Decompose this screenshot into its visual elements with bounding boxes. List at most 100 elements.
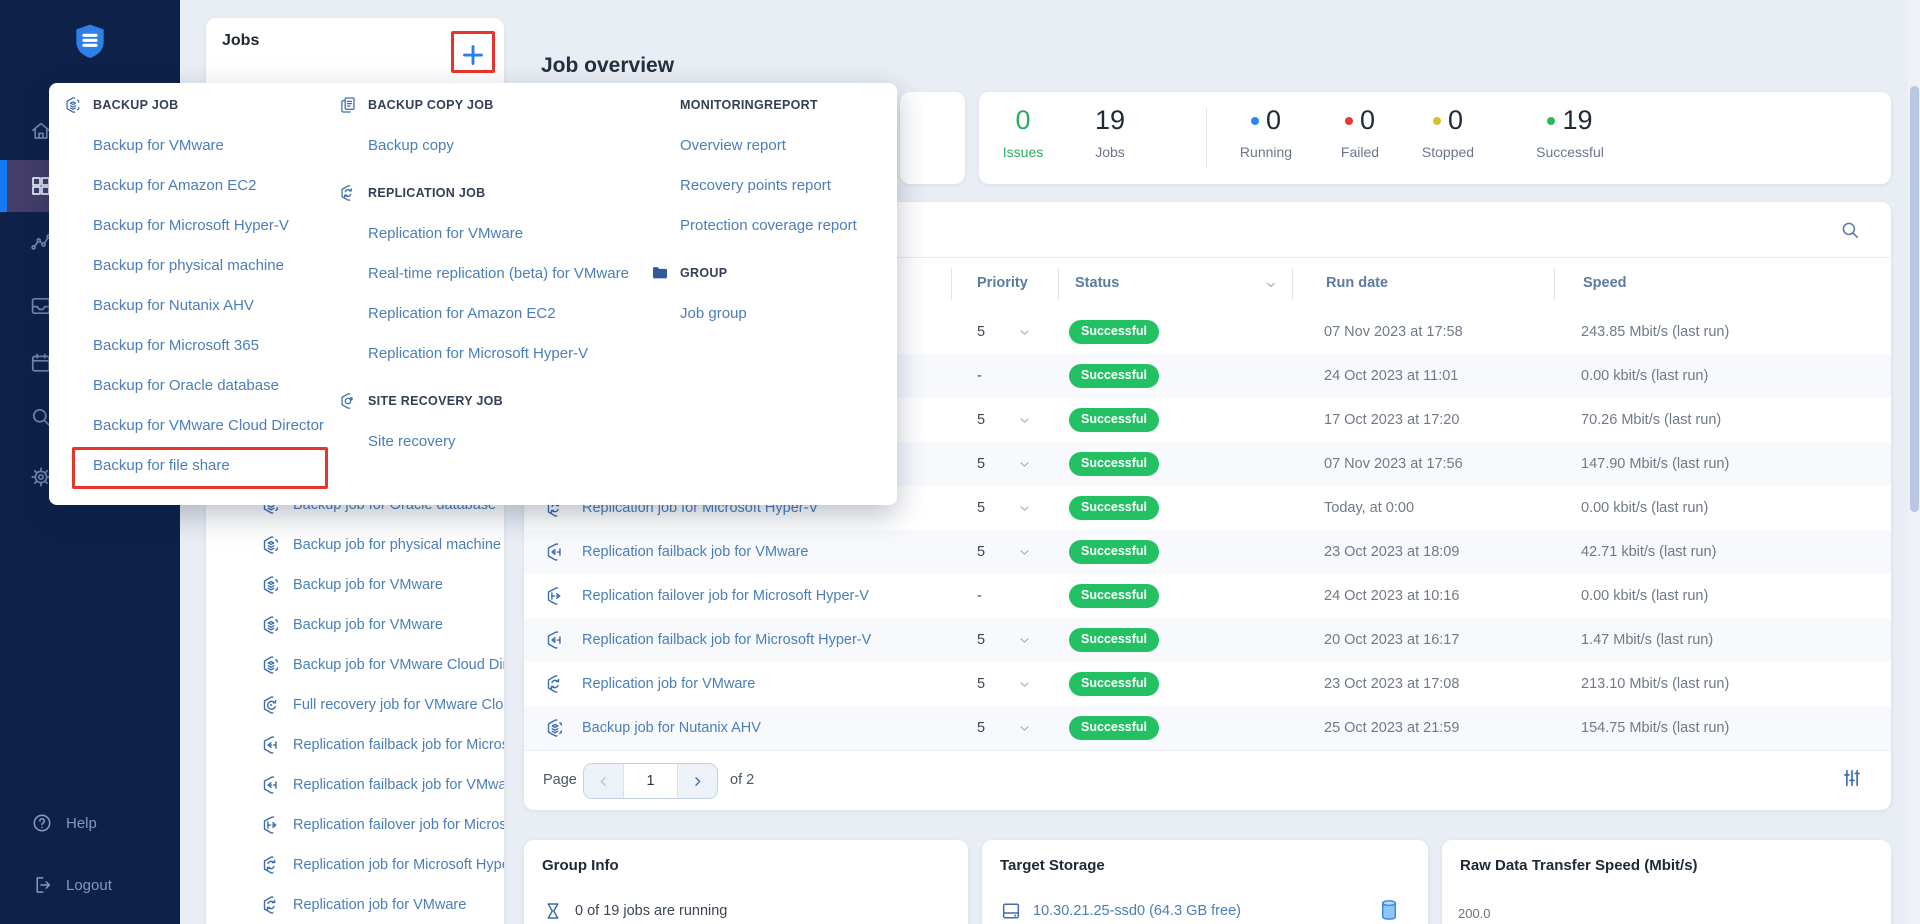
replication-icon [338,183,368,203]
job-name-link[interactable]: Replication failback job for VMware [582,530,808,574]
job-list-item[interactable]: Replication failback job for VMware [206,765,504,805]
job-name-link[interactable]: Backup job for Nutanix AHV [582,706,761,750]
chevron-left-icon [596,774,611,789]
replication-icon [260,894,282,916]
status-badge: Successful [1069,672,1159,696]
shield-logo[interactable] [70,18,110,64]
menu-item-site-recovery[interactable]: Site recovery [338,421,638,461]
menu-item-recovery-points-report[interactable]: Recovery points report [650,165,885,205]
chevron-down-icon[interactable] [1264,278,1278,292]
menu-item-backup-copy[interactable]: Backup copy [338,125,638,165]
job-list-item[interactable]: Replication failback job for Microsof [206,725,504,765]
column-header-run-date: Run date [1326,275,1388,291]
menu-item-backup-for-vmware[interactable]: Backup for VMware [63,125,328,165]
job-list-item[interactable]: Backup job for physical machine [206,525,504,565]
priority-expander-chevron-down-icon[interactable] [1017,662,1033,706]
status-cell: Successful [1069,530,1159,574]
menu-item-label: Real-time replication (beta) for VMware [368,265,629,282]
priority-expander-chevron-down-icon[interactable] [1017,706,1033,750]
job-list-item[interactable]: Full recovery job for VMware Cloud [206,685,504,725]
stat-value: 0 [1360,105,1375,136]
chevron-down-icon [1017,633,1032,648]
menu-item-backup-for-oracle-database[interactable]: Backup for Oracle database [63,365,328,405]
backup-job-icon [544,706,566,750]
menu-item-job-group[interactable]: Job group [650,293,885,333]
menu-item-backup-for-nutanix-ahv[interactable]: Backup for Nutanix AHV [63,285,328,325]
status-badge: Successful [1069,320,1159,344]
menu-item-backup-for-microsoft-365[interactable]: Backup for Microsoft 365 [63,325,328,365]
backup-job-icon [63,95,93,115]
empty-icon-slot [338,135,368,155]
empty-icon-slot [338,431,368,451]
status-dot [1547,117,1555,125]
sidebar-footer-label: Logout [66,877,112,894]
page-next-button[interactable] [678,764,717,798]
job-stats-card: 0Issues19Jobs0Running0Failed0Stopped19Su… [979,92,1891,184]
priority-value: 5 [977,706,985,750]
scrollbar-thumb[interactable] [1910,86,1919,512]
menu-item-protection-coverage-report[interactable]: Protection coverage report [650,205,885,245]
job-list-item[interactable]: Backup job for VMware Cloud Direc [206,645,504,685]
app-root: HelpLogout Jobs Backup job for Oracle da… [0,0,1920,924]
menu-section-header: BACKUP COPY JOB [338,85,638,125]
menu-item-real-time-replication-beta-for-vmware[interactable]: Real-time replication (beta) for VMware [338,253,638,293]
menu-item-label: Backup for Amazon EC2 [93,177,256,194]
run-date-value: 20 Oct 2023 at 16:17 [1324,618,1459,662]
priority-expander-chevron-down-icon[interactable] [1017,398,1033,442]
stat-value: 0 [1266,105,1281,136]
menu-item-backup-for-vmware-cloud-director[interactable]: Backup for VMware Cloud Director [63,405,328,445]
priority-expander-chevron-down-icon[interactable] [1017,618,1033,662]
menu-item-label: Replication for Microsoft Hyper-V [368,345,588,362]
page-current[interactable]: 1 [623,764,678,798]
job-name-link[interactable]: Replication failback job for Microsoft H… [582,618,871,662]
target-storage-link[interactable]: 10.30.21.25-ssd0 (64.3 GB free) [1033,903,1241,919]
page-stepper: 1 [583,763,718,799]
priority-expander-chevron-down-icon[interactable] [1017,310,1033,354]
run-date-value: 23 Oct 2023 at 18:09 [1324,530,1459,574]
menu-item-label: Backup for Microsoft Hyper-V [93,217,289,234]
column-divider [1292,268,1293,300]
menu-section-header: SITE RECOVERY JOB [338,381,638,421]
job-list-item[interactable]: Replication failover job for Microsof [206,805,504,845]
priority-expander-chevron-down-icon[interactable] [1017,530,1033,574]
filter-icon[interactable] [1841,767,1863,789]
empty-icon-slot [650,135,680,155]
run-date-value: 17 Oct 2023 at 17:20 [1324,398,1459,442]
speed-value: 154.75 Mbit/s (last run) [1581,706,1729,750]
jobs-panel-title: Jobs [222,32,259,50]
job-list-item[interactable]: Backup job for VMware [206,565,504,605]
status-badge: Successful [1069,540,1159,564]
empty-icon-slot [63,135,93,155]
menu-item-backup-for-microsoft-hyper-v[interactable]: Backup for Microsoft Hyper-V [63,205,328,245]
sidebar-help-button[interactable]: Help [0,803,180,843]
empty-icon-slot [63,215,93,235]
menu-section-header-label: REPLICATION JOB [368,186,485,200]
menu-item-replication-for-amazon-ec2[interactable]: Replication for Amazon EC2 [338,293,638,333]
menu-item-backup-for-physical-machine[interactable]: Backup for physical machine [63,245,328,285]
menu-item-replication-for-vmware[interactable]: Replication for VMware [338,213,638,253]
job-name-link[interactable]: Replication failover job for Microsoft H… [582,574,869,618]
menu-item-replication-for-microsoft-hyper-v[interactable]: Replication for Microsoft Hyper-V [338,333,638,373]
menu-section-header-label: SITE RECOVERY JOB [368,394,503,408]
run-date-value: 07 Nov 2023 at 17:56 [1324,442,1463,486]
menu-item-backup-for-amazon-ec2[interactable]: Backup for Amazon EC2 [63,165,328,205]
menu-section-header: MONITORINGREPORT [650,85,885,125]
stat-value: 0 [1015,105,1030,136]
failover-icon [544,574,566,618]
job-list-item[interactable]: Replication job for VMware [206,885,504,924]
search-icon[interactable] [1839,219,1861,241]
priority-value: 5 [977,486,985,530]
priority-expander-chevron-down-icon[interactable] [1017,486,1033,530]
failback-icon [544,530,566,574]
column-divider [1554,268,1555,300]
page-prev-button[interactable] [584,764,623,798]
sidebar-logout-button[interactable]: Logout [0,865,180,905]
priority-expander-chevron-down-icon[interactable] [1017,442,1033,486]
table-row: Replication failover job for Microsoft H… [524,574,1891,618]
job-list-item[interactable]: Backup job for VMware [206,605,504,645]
stat-label: Stopped [1388,144,1508,160]
job-name-link[interactable]: Replication job for VMware [582,662,755,706]
menu-item-overview-report[interactable]: Overview report [650,125,885,165]
priority-value: 5 [977,662,985,706]
job-list-item[interactable]: Replication job for Microsoft Hyper- [206,845,504,885]
